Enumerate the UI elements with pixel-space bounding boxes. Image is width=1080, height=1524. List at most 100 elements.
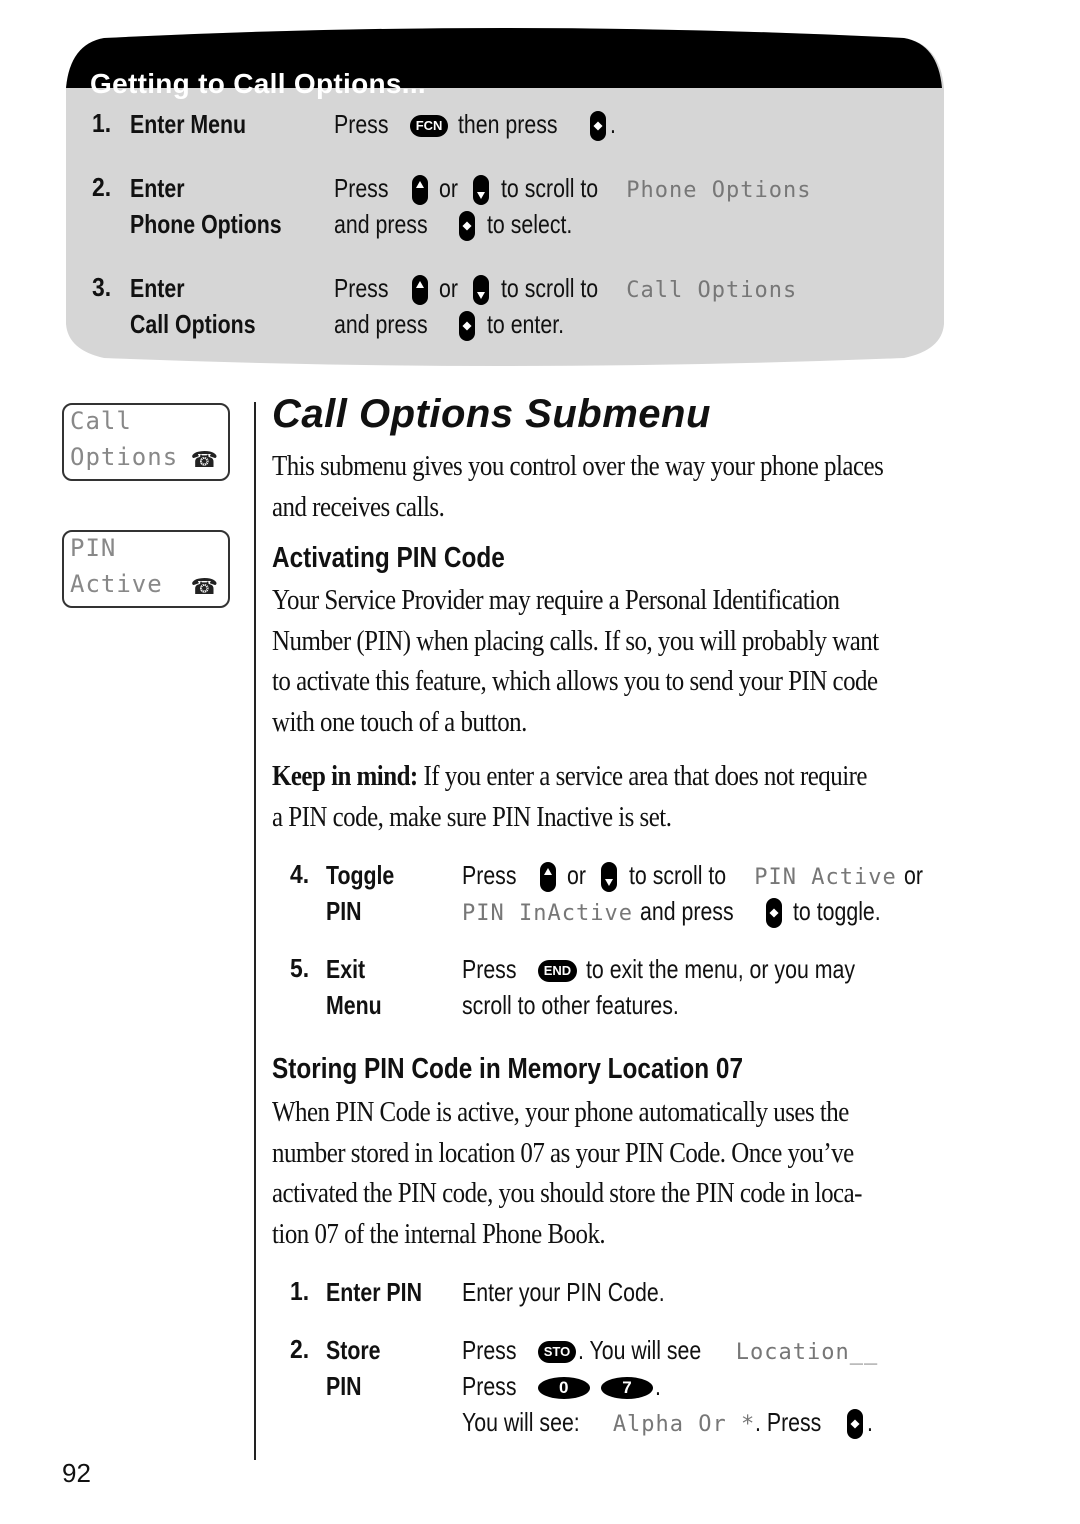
text: or (438, 173, 458, 203)
step-label: Enter (130, 173, 185, 203)
step-label: Store (326, 1335, 381, 1365)
step-number: 5. (290, 953, 310, 983)
step-label: Phone Options (130, 209, 282, 239)
note-label: Keep in mind: (272, 760, 418, 792)
text: . (867, 1407, 874, 1437)
lcd-text: PIN Active (754, 865, 897, 890)
text: to scroll to (500, 173, 598, 203)
lcd-line-2: Options (70, 443, 179, 471)
lcd-text: Call Options (626, 278, 798, 303)
page-number: 92 (62, 1458, 91, 1488)
text-line: tion 07 of the internal Phone Book. (272, 1217, 606, 1250)
scroll-down-key-icon (473, 275, 490, 306)
text: You will see: (462, 1407, 580, 1437)
text-line: to activate this feature, which allows y… (272, 665, 878, 697)
text: Press (334, 173, 389, 203)
text: . (610, 109, 617, 139)
section-heading-activating-pin: Activating PIN Code (272, 542, 505, 574)
lcd-display-pin-active: PIN Active ☎ (62, 530, 230, 608)
step-label: Call Options (130, 309, 256, 339)
key-0-icon: 0 (537, 1377, 590, 1400)
instruction-box-title: Getting to Call Options... (90, 68, 427, 99)
step-description: Enter your PIN Code. (462, 1274, 709, 1310)
text-line: Your Service Provider may require a Pers… (272, 584, 840, 616)
step-label: Enter PIN (326, 1277, 422, 1307)
text: to select. (486, 209, 572, 239)
text: or (903, 860, 923, 890)
menu-key-icon (765, 898, 782, 929)
text-line: activated the PIN code, you should store… (272, 1177, 862, 1209)
text-line: and receives calls. (272, 490, 445, 523)
text: . (654, 1371, 661, 1401)
text: . Press (755, 1407, 822, 1437)
menu-key-icon (459, 311, 476, 342)
text: . You will see (578, 1335, 702, 1365)
text: to scroll to (500, 273, 598, 303)
text-line: number stored in location 07 as your PIN… (272, 1136, 854, 1169)
text-line: with one touch of a button. (272, 705, 527, 738)
scroll-up-key-icon (411, 175, 428, 206)
telephone-icon: ☎ (190, 574, 218, 599)
step-label: Enter (130, 273, 185, 303)
text: scroll to other features. (462, 990, 679, 1020)
step-number: 4. (290, 859, 310, 889)
step-description: Press FCN then press . (334, 106, 618, 142)
section-heading-storing-pin: Storing PIN Code in Memory Location 07 (272, 1053, 744, 1085)
lcd-display-call-options: Call Options ☎ (62, 403, 230, 481)
menu-key-icon (459, 211, 476, 242)
menu-key-icon (847, 1409, 864, 1440)
text: Press (334, 273, 389, 303)
storing-pin-paragraph: When PIN Code is active, your phone auto… (272, 1092, 962, 1254)
activating-pin-paragraph: Your Service Provider may require a Pers… (272, 580, 962, 742)
vertical-divider (254, 402, 256, 1460)
text: Enter your PIN Code. (462, 1277, 665, 1307)
step-label: Exit (326, 954, 366, 984)
lcd-text: Alpha Or * (612, 1412, 756, 1437)
menu-key-icon (590, 111, 607, 142)
step-description: Press or to scroll to PIN Active or PIN … (462, 857, 927, 929)
step-description: Press STO. You will see Location__ Press… (462, 1332, 878, 1440)
step-description: Press or to scroll to Phone Options and … (334, 170, 811, 242)
lcd-text: Location__ (735, 1340, 879, 1365)
lcd-line-1: PIN (70, 534, 117, 562)
step-description: Press END to exit the menu, or you may s… (462, 951, 914, 1023)
step-number: 3. (92, 272, 112, 302)
lcd-text: PIN InActive (462, 901, 633, 926)
scroll-up-key-icon (539, 862, 556, 893)
text: Press (462, 1335, 517, 1365)
text-line: When PIN Code is active, your phone auto… (272, 1096, 849, 1128)
step-label: PIN (326, 896, 362, 926)
text: Press (462, 860, 517, 890)
step-number: 1. (290, 1276, 310, 1306)
text: or (566, 860, 586, 890)
text-line: This submenu gives you control over the … (272, 450, 884, 482)
text-line: a PIN code, make sure PIN Inactive is se… (272, 800, 672, 833)
text: or (438, 273, 458, 303)
text: to scroll to (628, 860, 726, 890)
lcd-line-2: Active (70, 570, 163, 598)
page-title: Call Options Submenu (272, 392, 711, 436)
instruction-box: Getting to Call Options... 1. Enter Menu… (64, 24, 944, 368)
text: and press (334, 309, 428, 339)
intro-paragraph: This submenu gives you control over the … (272, 446, 962, 527)
scroll-down-key-icon (473, 175, 490, 206)
step-label: PIN (326, 1371, 362, 1401)
end-key-icon: END (537, 960, 578, 983)
scroll-up-key-icon (411, 275, 428, 306)
lcd-line-1: Call (70, 407, 132, 435)
key-7-icon: 7 (600, 1377, 653, 1400)
fcn-key-icon: FCN (409, 115, 449, 138)
text: Press (462, 1371, 517, 1401)
text-line: Number (PIN) when placing calls. If so, … (272, 624, 879, 657)
text: and press (640, 896, 734, 926)
scroll-down-key-icon (601, 862, 618, 893)
text: Press (462, 954, 517, 984)
text: to toggle. (792, 896, 881, 926)
step-label: Enter Menu (130, 109, 247, 139)
step-description: Press or to scroll to Call Options and p… (334, 270, 797, 342)
step-label: Menu (326, 990, 382, 1020)
text: If you enter a service area that does no… (417, 760, 867, 792)
text: then press (457, 109, 558, 139)
text: to enter. (486, 309, 564, 339)
step-number: 1. (92, 108, 112, 138)
